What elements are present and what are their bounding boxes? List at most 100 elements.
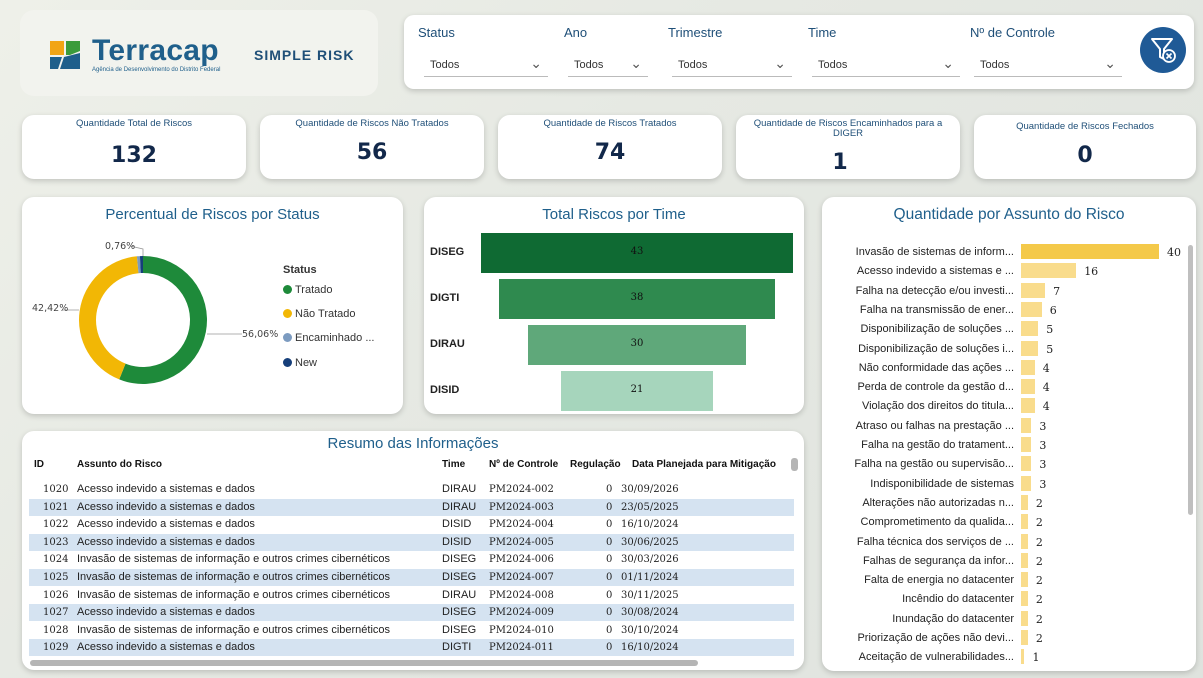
funnel-bar[interactable]: 38 <box>499 279 775 319</box>
table-row[interactable]: 1027 Acesso indevido a sistemas e dados DI… <box>29 604 794 622</box>
subject-bar-row[interactable]: Aceitação de vulnerabilidades... 1 <box>822 648 1196 667</box>
subject-bar[interactable] <box>1021 494 1028 510</box>
subject-value-label: 3 <box>1039 458 1047 472</box>
legend-new[interactable]: New <box>283 357 317 369</box>
col-header-id[interactable]: ID <box>34 459 44 470</box>
subject-bar-row[interactable]: Comprometimento da qualida... 2 <box>822 513 1196 532</box>
subject-bar[interactable] <box>1021 552 1028 568</box>
subject-bar-row[interactable]: Falha na detecção e/ou investi... 7 <box>822 282 1196 301</box>
subject-bar[interactable] <box>1021 572 1028 588</box>
subject-bar[interactable] <box>1021 417 1032 433</box>
status-select[interactable]: Todos ⌄ <box>424 55 548 77</box>
table-horizontal-scrollbar[interactable] <box>30 660 698 666</box>
table-row[interactable]: 1025 Invasão de sistemas de informação e … <box>29 569 794 586</box>
subject-bar[interactable] <box>1021 591 1028 607</box>
subject-bar-row[interactable]: Falha na gestão ou supervisão... 3 <box>822 455 1196 474</box>
legend-encaminhado[interactable]: Encaminhado ... <box>283 332 375 344</box>
subject-bar-row[interactable]: Inundação do datacenter 2 <box>822 610 1196 629</box>
table-vertical-scrollbar[interactable] <box>791 458 798 471</box>
subject-bar-row[interactable]: Violação dos direitos do titula... 4 <box>822 397 1196 416</box>
subject-bar[interactable] <box>1021 475 1032 491</box>
legend-nao-tratado[interactable]: Não Tratado <box>283 308 356 320</box>
subject-bar-row[interactable]: Disponibilização de soluções i... 5 <box>822 340 1196 359</box>
cell-controle: PM2024-005 <box>489 536 554 548</box>
cell-assunto: Invasão de sistemas de informação e outr… <box>77 588 391 601</box>
donut-slice[interactable] <box>119 256 207 384</box>
subject-bar-row[interactable]: Acesso indevido a sistemas e ... 16 <box>822 262 1196 281</box>
table-row[interactable]: 1020 Acesso indevido a sistemas e dados DI… <box>29 481 794 498</box>
col-header-regulacao[interactable]: Regulação <box>570 459 621 470</box>
vertical-scrollbar[interactable] <box>1188 245 1193 515</box>
subject-bar[interactable] <box>1021 379 1035 395</box>
subject-bar-row[interactable]: Falhas de segurança da infor... 2 <box>822 552 1196 571</box>
subject-bar[interactable] <box>1021 244 1159 259</box>
table-row[interactable]: 1024 Invasão de sistemas de informação e … <box>29 551 794 568</box>
subject-bar[interactable] <box>1021 533 1028 549</box>
subject-bar[interactable] <box>1021 301 1042 317</box>
kpi-value: 1 <box>832 150 848 175</box>
col-header-controle[interactable]: Nº de Controle <box>489 459 558 470</box>
kpi-value: 56 <box>356 140 388 165</box>
filter-clear-icon <box>1151 38 1176 63</box>
table-row[interactable]: 1029 Acesso indevido a sistemas e dados DI… <box>29 639 794 657</box>
filter-time-label: Time <box>808 25 837 40</box>
subject-bar[interactable] <box>1021 456 1032 472</box>
cell-data: 23/05/2025 <box>621 501 679 513</box>
subject-bar[interactable] <box>1021 321 1039 337</box>
subject-bar-chart: Quantidade por Assunto do Risco Invasão … <box>822 197 1196 671</box>
subject-bar[interactable] <box>1021 282 1046 298</box>
app-title: SIMPLE RISK <box>254 47 355 63</box>
time-select[interactable]: Todos ⌄ <box>812 55 960 77</box>
subject-bar[interactable] <box>1021 610 1028 626</box>
legend-title: Status <box>283 264 317 276</box>
subject-bar-row[interactable]: Perda de controle da gestão d... 4 <box>822 378 1196 397</box>
col-header-time[interactable]: Time <box>442 459 465 470</box>
subject-bar-row[interactable]: Indisponibilidade de sistemas 3 <box>822 475 1196 494</box>
ano-select[interactable]: Todos ⌄ <box>568 55 648 77</box>
subject-bar[interactable] <box>1021 630 1028 645</box>
chevron-down-icon: ⌄ <box>530 55 542 71</box>
subject-bar-row[interactable]: Invasão de sistemas de inform... 40 <box>822 243 1196 262</box>
kpi-label: Quantidade de Riscos Não Tratados <box>295 118 449 129</box>
funnel-bar[interactable]: 43 <box>481 233 793 273</box>
subject-bar[interactable] <box>1021 359 1035 375</box>
subject-bar-row[interactable]: Falha na gestão do tratament... 3 <box>822 436 1196 455</box>
funnel-bar[interactable]: 30 <box>528 325 746 365</box>
table-row[interactable]: 1023 Acesso indevido a sistemas e dados DI… <box>29 533 794 551</box>
chevron-down-icon: ⌄ <box>630 55 642 71</box>
legend-label: Não Tratado <box>295 308 356 320</box>
table-row[interactable]: 1022 Acesso indevido a sistemas e dados DI… <box>29 516 794 533</box>
legend-label: Encaminhado ... <box>295 332 375 344</box>
legend-tratado[interactable]: Tratado <box>283 284 333 296</box>
col-header-assunto[interactable]: Assunto do Risco <box>77 459 162 470</box>
col-header-data[interactable]: Data Planejada para Mitigação <box>632 459 776 470</box>
cell-data: 30/10/2024 <box>621 624 679 636</box>
clear-filters-button[interactable] <box>1140 27 1186 73</box>
subject-bar-row[interactable]: Disponibilização de soluções ... 5 <box>822 320 1196 339</box>
subject-bar[interactable] <box>1021 649 1025 665</box>
subject-bar-row[interactable]: Falha na transmissão de ener... 6 <box>822 301 1196 320</box>
trimestre-select[interactable]: Todos ⌄ <box>672 55 792 77</box>
cell-data: 16/10/2024 <box>621 642 679 654</box>
donut-slice[interactable] <box>79 256 139 380</box>
table-row[interactable]: 1021 Acesso indevido a sistemas e dados DI… <box>29 498 794 516</box>
table-row[interactable]: 1026 Invasão de sistemas de informação e … <box>29 587 794 604</box>
subject-bar-row[interactable]: Falta de energia no datacenter 2 <box>822 571 1196 590</box>
subject-bar-row[interactable]: Atraso ou falhas na prestação ... 3 <box>822 417 1196 436</box>
subject-bar-row[interactable]: Incêndio do datacenter 2 <box>822 590 1196 609</box>
subject-bar[interactable] <box>1021 514 1028 530</box>
funnel-bar[interactable]: 21 <box>560 371 714 411</box>
controle-select[interactable]: Todos ⌄ <box>974 55 1122 77</box>
subject-bar-row[interactable]: Não conformidade das ações ... 4 <box>822 359 1196 378</box>
subject-bar[interactable] <box>1021 263 1077 279</box>
subject-bar-row[interactable]: Alterações não autorizadas n... 2 <box>822 494 1196 513</box>
subject-bar[interactable] <box>1021 437 1032 452</box>
subject-bar[interactable] <box>1021 340 1039 356</box>
label-tratado: 56,06% <box>242 329 279 340</box>
cell-assunto: Acesso indevido a sistemas e dados <box>77 606 255 619</box>
table-row[interactable]: 1028 Invasão de sistemas de informação e … <box>29 622 794 639</box>
subject-bar[interactable] <box>1021 398 1035 414</box>
subject-bar-row[interactable]: Falha técnica dos serviços de ... 2 <box>822 533 1196 552</box>
subject-bar-row[interactable]: Priorização de ações não devi... 2 <box>822 629 1196 648</box>
cell-controle: PM2024-010 <box>489 624 554 636</box>
